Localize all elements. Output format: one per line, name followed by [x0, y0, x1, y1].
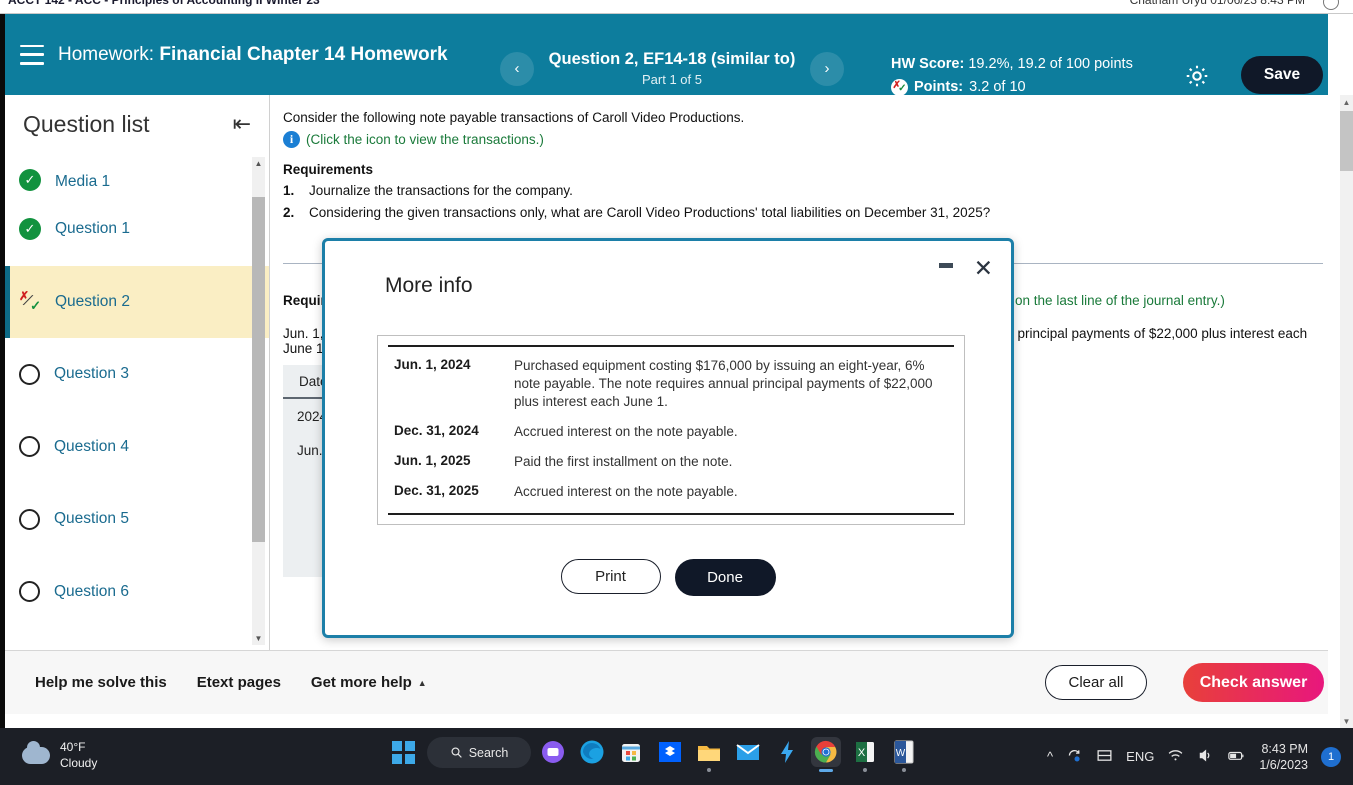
windows-taskbar: 40°F Cloudy Search X W ^ ENG 8:43 PM 1/6…: [0, 728, 1353, 785]
display-settings-icon[interactable]: [1096, 747, 1113, 767]
print-button[interactable]: Print: [560, 559, 661, 594]
transactions-table-inner: Jun. 1, 2024 Purchased equipment costing…: [388, 345, 954, 515]
bottom-toolbar: Help me solve this Etext pages Get more …: [5, 650, 1328, 714]
store-icon[interactable]: [616, 737, 646, 767]
clock[interactable]: 8:43 PM 1/6/2023: [1259, 741, 1308, 773]
check-answer-button[interactable]: Check answer: [1183, 663, 1324, 702]
clock-time: 8:43 PM: [1261, 741, 1308, 756]
get-more-help-button[interactable]: Get more help ▲: [311, 674, 427, 691]
weather-text: 40°F Cloudy: [60, 739, 97, 771]
etext-pages-button[interactable]: Etext pages: [197, 674, 281, 691]
app-running-indicator: [902, 768, 906, 772]
cell-date: Jun. 1, 2024: [394, 357, 471, 372]
notification-badge[interactable]: 1: [1321, 746, 1341, 767]
taskbar-center: Search: [392, 737, 531, 768]
scroll-down-arrow-icon[interactable]: ▼: [1340, 714, 1353, 728]
teams-icon[interactable]: [538, 737, 568, 767]
system-tray: ^ ENG 8:43 PM 1/6/2023 1: [1047, 728, 1341, 785]
weather-widget[interactable]: 40°F Cloudy: [22, 739, 97, 771]
table-row: Jun. 1, 2025 Paid the first installment …: [388, 447, 954, 477]
get-more-help-label: Get more help: [310, 674, 412, 691]
minimize-icon[interactable]: [939, 263, 953, 268]
weather-condition: Cloudy: [60, 756, 98, 770]
lightning-icon[interactable]: [772, 737, 802, 767]
app-running-indicator: [863, 768, 867, 772]
cell-description: Accrued interest on the note payable.: [514, 484, 738, 499]
show-hidden-icons-icon[interactable]: ^: [1047, 749, 1053, 764]
edge-icon[interactable]: [577, 737, 607, 767]
battery-icon[interactable]: [1227, 747, 1246, 767]
file-explorer-icon[interactable]: [694, 737, 724, 772]
scroll-up-arrow-icon[interactable]: ▲: [1340, 95, 1353, 109]
windows-start-icon[interactable]: [392, 741, 415, 764]
taskbar-app-icons: X W: [538, 737, 919, 772]
mail-icon[interactable]: [733, 737, 763, 767]
cell-date: Dec. 31, 2024: [394, 423, 479, 438]
app-active-indicator: [819, 769, 833, 772]
cell-description: Accrued interest on the note payable.: [514, 424, 738, 439]
cell-description: Purchased equipment costing $176,000 by …: [514, 358, 933, 409]
app-running-indicator: [707, 768, 711, 772]
cell-date: Jun. 1, 2025: [394, 453, 471, 468]
chrome-icon[interactable]: [811, 737, 841, 772]
excel-icon[interactable]: X: [850, 737, 880, 772]
help-me-solve-this-button[interactable]: Help me solve this: [35, 674, 167, 691]
transactions-table: Jun. 1, 2024 Purchased equipment costing…: [377, 335, 965, 525]
table-row: Jun. 1, 2024 Purchased equipment costing…: [388, 351, 954, 417]
word-icon[interactable]: W: [889, 737, 919, 772]
cell-description: Paid the first installment on the note.: [514, 454, 733, 469]
language-indicator[interactable]: ENG: [1126, 749, 1154, 764]
more-info-dialog: More info ✕ Jun. 1, 2024 Purchased equip…: [322, 238, 1014, 638]
dialog-title: More info: [385, 274, 473, 297]
dialog-actions: Print Done: [325, 559, 1011, 596]
table-row: Dec. 31, 2024 Accrued interest on the no…: [388, 417, 954, 447]
cloud-icon: [22, 740, 50, 764]
wifi-icon[interactable]: [1167, 747, 1184, 767]
table-row: Dec. 31, 2025 Accrued interest on the no…: [388, 477, 954, 507]
done-button[interactable]: Done: [674, 559, 776, 596]
search-label: Search: [468, 745, 509, 760]
volume-icon[interactable]: [1197, 747, 1214, 767]
weather-temperature: 40°F: [60, 740, 86, 754]
onedrive-sync-icon[interactable]: [1066, 747, 1083, 767]
clock-date: 1/6/2023: [1259, 757, 1308, 772]
search-icon: [451, 747, 462, 758]
svg-text:W: W: [896, 748, 906, 759]
page-scroll-thumb[interactable]: [1340, 111, 1353, 171]
svg-text:X: X: [858, 747, 866, 759]
close-icon[interactable]: ✕: [974, 257, 993, 280]
page-scrollbar[interactable]: ▲ ▼: [1340, 95, 1353, 728]
clear-all-button[interactable]: Clear all: [1045, 665, 1147, 700]
caret-up-icon: ▲: [417, 677, 427, 688]
search-input[interactable]: Search: [427, 737, 531, 768]
cell-date: Dec. 31, 2025: [394, 483, 479, 498]
dropbox-icon[interactable]: [655, 737, 685, 767]
